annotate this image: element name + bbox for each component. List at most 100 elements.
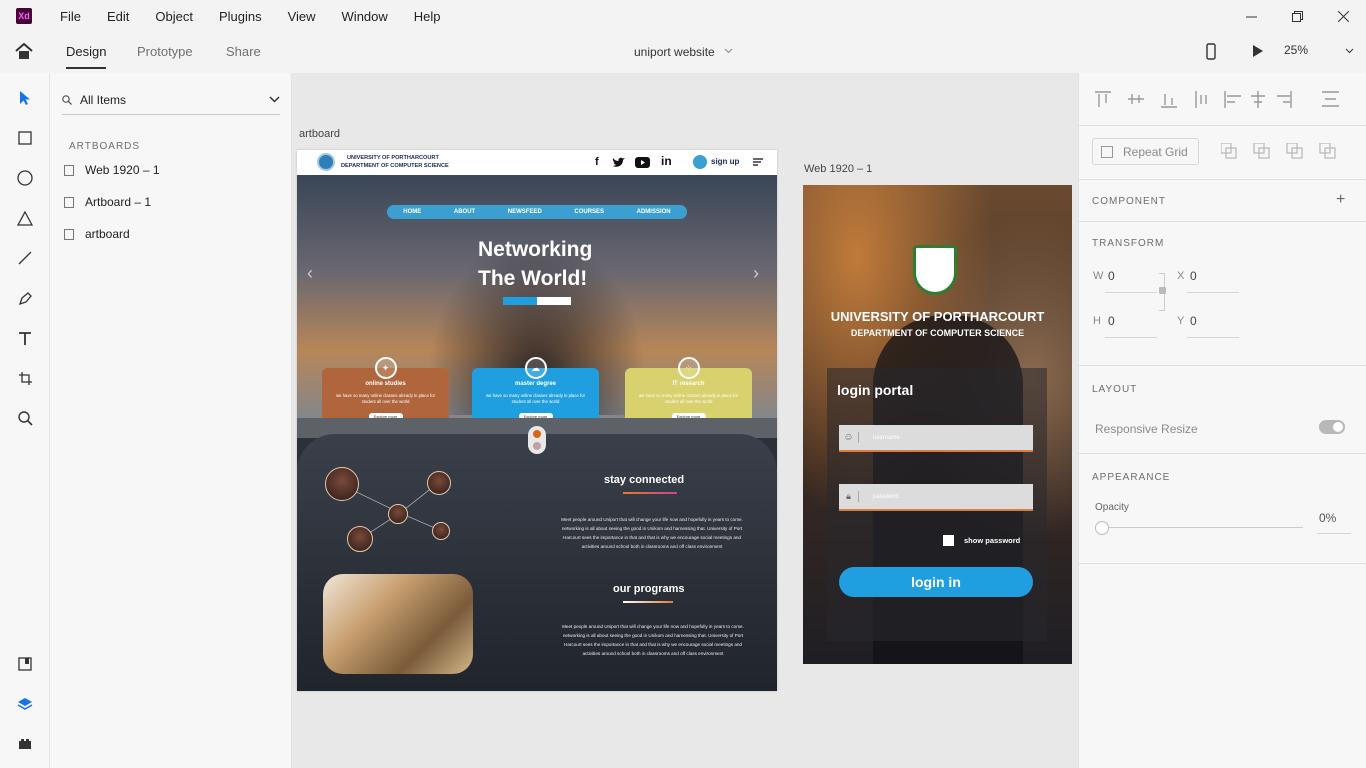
layer-item-web-1920[interactable]: Web 1920 – 1 [62, 160, 160, 180]
slider-indicator[interactable] [537, 297, 571, 305]
zoom-chevron-icon[interactable] [1345, 48, 1354, 54]
x-label: X [1177, 270, 1185, 282]
x-input[interactable]: 0 [1190, 269, 1197, 283]
menu-plugins[interactable]: Plugins [219, 9, 262, 24]
facebook-icon[interactable]: f [595, 156, 599, 168]
transform-heading: TRANSFORM [1092, 238, 1165, 249]
tab-prototype[interactable]: Prototype [137, 44, 193, 59]
hamburger-menu-icon[interactable] [753, 158, 763, 166]
search-filter-label: All Items [80, 92, 127, 107]
nav-admission[interactable]: ADMISSION [637, 209, 671, 215]
layers-search[interactable]: All Items [62, 85, 280, 115]
signup-link[interactable]: sign up [711, 157, 739, 166]
stay-connected-title: stay connected [604, 474, 685, 486]
login-button[interactable]: login in [839, 567, 1033, 597]
document-title[interactable]: uniport website [634, 45, 715, 59]
play-icon[interactable] [1252, 44, 1264, 58]
layers-icon[interactable] [15, 694, 35, 714]
responsive-resize-toggle[interactable] [1319, 420, 1345, 434]
menu-help[interactable]: Help [414, 9, 441, 24]
profile-avatar [432, 522, 450, 540]
nav-courses[interactable]: COURSES [574, 209, 604, 215]
layer-label: Web 1920 – 1 [85, 163, 160, 177]
select-tool-icon[interactable] [15, 88, 35, 108]
home-icon[interactable] [15, 43, 33, 60]
ellipse-tool-icon[interactable] [15, 168, 35, 188]
menu-object[interactable]: Object [155, 9, 193, 24]
card-title: master degree [514, 381, 557, 387]
restore-icon[interactable] [1274, 0, 1320, 32]
filter-chevron-icon[interactable] [269, 96, 280, 103]
tab-share[interactable]: Share [226, 44, 261, 59]
menu-file[interactable]: File [60, 9, 81, 24]
menu-edit[interactable]: Edit [107, 9, 129, 24]
close-icon[interactable] [1320, 0, 1366, 32]
artboard-tool-icon[interactable] [15, 368, 35, 388]
menu-bar: File Edit Object Plugins View Window Hel… [60, 9, 467, 24]
artboard-icon [64, 164, 74, 176]
mobile-preview-icon[interactable] [1206, 43, 1216, 60]
linkedin-icon[interactable]: in [661, 154, 672, 168]
profile-avatar [325, 467, 359, 501]
uniport-logo-icon [317, 153, 335, 171]
height-input[interactable]: 0 [1108, 314, 1115, 328]
signup-avatar-icon [693, 155, 707, 169]
menu-view[interactable]: View [288, 9, 316, 24]
our-programs-text: Meet people around Uniport that will cha… [562, 624, 744, 656]
card-title: online studies [365, 381, 406, 387]
scroll-indicator[interactable] [528, 426, 546, 454]
repeat-grid-button[interactable]: Repeat Grid [1092, 138, 1199, 165]
line-tool-icon[interactable] [15, 248, 35, 268]
pen-tool-icon[interactable] [15, 288, 35, 308]
youtube-icon[interactable] [635, 157, 650, 168]
plugins-icon[interactable] [15, 734, 35, 754]
layer-item-artboard-1[interactable]: Artboard – 1 [62, 192, 151, 212]
chevron-down-icon[interactable] [724, 48, 733, 54]
layer-label: artboard [85, 227, 130, 241]
menu-window[interactable]: Window [342, 9, 388, 24]
password-field[interactable]: 🔒︎ password [839, 484, 1033, 511]
y-input[interactable]: 0 [1190, 314, 1197, 328]
polygon-tool-icon[interactable] [15, 208, 35, 228]
carousel-prev-icon[interactable]: ‹ [307, 263, 313, 284]
username-field[interactable]: ☺ username [839, 425, 1033, 452]
tool-rail [0, 73, 50, 768]
opacity-label: Opacity [1095, 502, 1129, 513]
align-toolbar-icons[interactable] [1095, 91, 1355, 109]
zoom-tool-icon[interactable] [15, 408, 35, 428]
tab-design[interactable]: Design [66, 44, 107, 69]
artboard-name-label[interactable]: artboard [299, 128, 340, 140]
hero-title-line2: The World! [478, 267, 588, 290]
slider-indicator-active[interactable] [503, 297, 537, 305]
twitter-icon[interactable] [612, 157, 625, 168]
nav-home[interactable]: HOME [403, 209, 421, 215]
carousel-next-icon[interactable]: › [753, 263, 759, 284]
login-artboard[interactable]: UNIVERSITY OF PORTHARCOURT DEPARTMENT OF… [803, 185, 1072, 664]
responsive-resize-label: Responsive Resize [1095, 422, 1198, 436]
opacity-value[interactable]: 0% [1319, 511, 1336, 525]
website-artboard[interactable]: UNIVERSITY OF PORTHARCOURT DEPARTMENT OF… [297, 150, 777, 691]
header-uni-name: UNIVERSITY OF PORTHARCOURT [347, 155, 439, 161]
width-input[interactable]: 0 [1108, 269, 1115, 283]
show-password-checkbox[interactable] [943, 535, 954, 546]
canvas[interactable]: artboard Web 1920 – 1 UNIVERSITY OF PORT… [292, 73, 1078, 768]
text-tool-icon[interactable] [15, 328, 35, 348]
nav-newsfeed[interactable]: NEWSFEED [508, 209, 542, 215]
opacity-slider-track[interactable] [1101, 527, 1303, 528]
rectangle-tool-icon[interactable] [15, 128, 35, 148]
repeat-grid-label: Repeat Grid [1123, 144, 1188, 159]
web-artboard-name-label[interactable]: Web 1920 – 1 [804, 163, 872, 175]
minimize-icon[interactable] [1228, 0, 1274, 32]
nav-about[interactable]: ABOUT [454, 209, 475, 215]
lock-aspect-icon[interactable] [1159, 287, 1166, 294]
profile-avatar [388, 504, 408, 524]
boolean-ops-icons[interactable] [1221, 143, 1351, 161]
zoom-level[interactable]: 25% [1284, 43, 1308, 57]
profile-avatar [347, 526, 373, 552]
assets-icon[interactable] [15, 654, 35, 674]
layer-label: Artboard – 1 [85, 195, 152, 209]
layer-item-artboard[interactable]: artboard [62, 224, 130, 244]
add-component-icon[interactable]: + [1336, 191, 1345, 209]
opacity-slider-handle[interactable] [1095, 521, 1109, 535]
card-title: IT research [672, 381, 705, 387]
